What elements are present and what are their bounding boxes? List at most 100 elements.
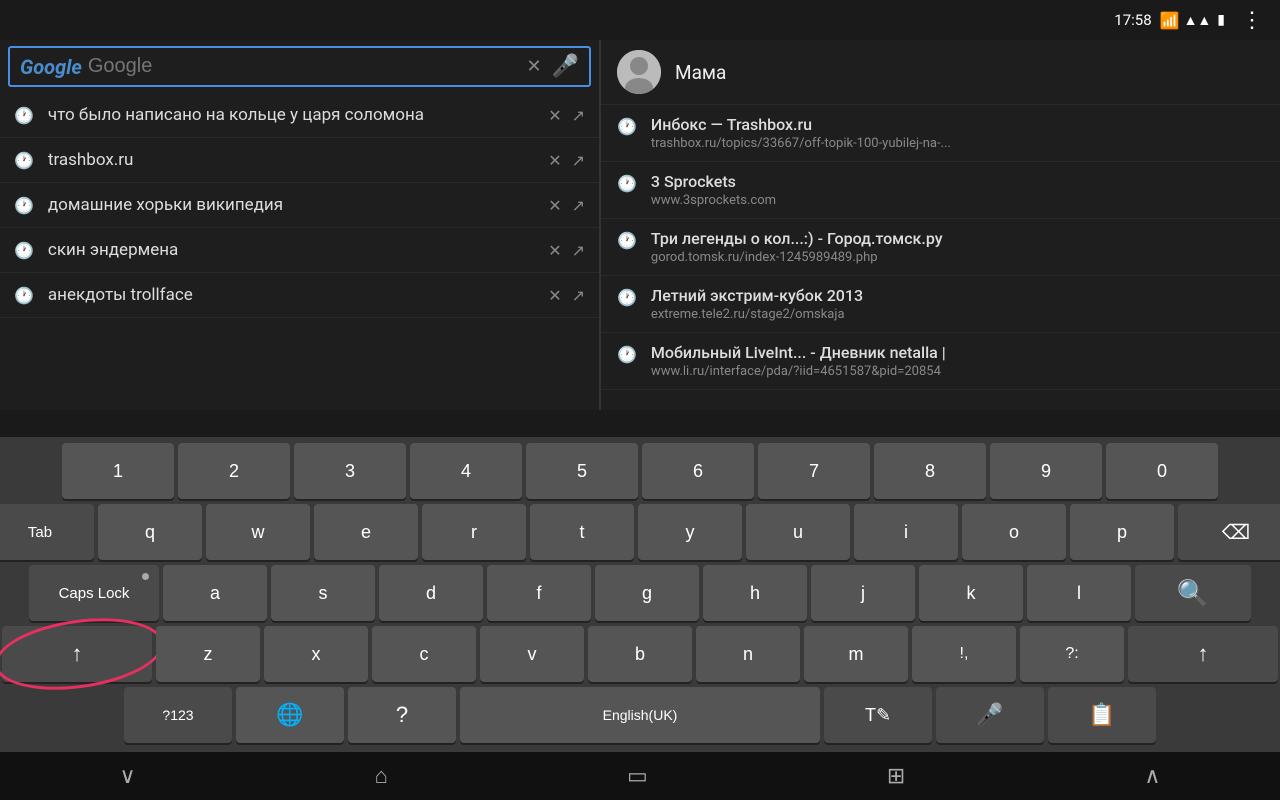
key-x[interactable]: x: [264, 626, 368, 682]
mic-search-icon[interactable]: 🎤: [552, 54, 579, 79]
arrow-icon: ↗: [572, 196, 585, 215]
key-tab[interactable]: Tab: [0, 504, 94, 560]
key-a[interactable]: a: [163, 565, 267, 621]
hist-url: trashbox.ru/topics/33667/off-topik-100-y…: [651, 136, 971, 151]
history-item-1[interactable]: 🕐 Инбокс — Trashbox.ru trashbox.ru/topic…: [601, 105, 1280, 162]
suggestion-3[interactable]: 🕐 домашние хорьки википедия ✕ ↗: [0, 183, 599, 228]
key-b[interactable]: b: [588, 626, 692, 682]
signal-icon: ▲▲: [1184, 12, 1212, 29]
key-8[interactable]: 8: [874, 443, 986, 499]
key-1[interactable]: 1: [62, 443, 174, 499]
left-panel: Google ✕ 🎤 🕐 что было написано на кольце…: [0, 40, 600, 410]
suggestion-text: скин эндермена: [48, 240, 548, 260]
key-l[interactable]: l: [1027, 565, 1131, 621]
remove-icon[interactable]: ✕: [548, 196, 561, 215]
key-backspace[interactable]: ⌫: [1178, 504, 1280, 560]
contact-row[interactable]: Мама: [601, 40, 1280, 105]
search-area: Google ✕ 🎤 🕐 что было написано на кольце…: [0, 40, 1280, 410]
key-g[interactable]: g: [595, 565, 699, 621]
key-0[interactable]: 0: [1106, 443, 1218, 499]
menu-button[interactable]: ⋮: [1241, 8, 1264, 33]
key-4[interactable]: 4: [410, 443, 522, 499]
search-input[interactable]: [88, 55, 527, 78]
history-item-4[interactable]: 🕐 Летний экстрим-кубок 2013 extreme.tele…: [601, 276, 1280, 333]
key-i[interactable]: i: [854, 504, 958, 560]
key-k[interactable]: k: [919, 565, 1023, 621]
nav-qr[interactable]: ⊞: [887, 764, 905, 789]
clock-icon: 🕐: [14, 196, 34, 215]
top-bar: 17:58 📶 ▲▲ ▮ ⋮: [0, 0, 1280, 40]
nav-home[interactable]: ⌂: [375, 763, 388, 789]
key-mic[interactable]: 🎤: [936, 687, 1044, 743]
key-shift-left[interactable]: ↑: [2, 626, 152, 682]
key-9[interactable]: 9: [990, 443, 1102, 499]
suggestion-5[interactable]: 🕐 анекдоты trollface ✕ ↗: [0, 273, 599, 318]
key-caps-lock[interactable]: Caps Lock: [29, 565, 159, 621]
key-r[interactable]: r: [422, 504, 526, 560]
key-5[interactable]: 5: [526, 443, 638, 499]
nav-bar: ∨ ⌂ ▭ ⊞ ∧: [0, 752, 1280, 800]
wifi-icon: 📶: [1160, 11, 1180, 30]
key-6[interactable]: 6: [642, 443, 754, 499]
zxcv-row: ↑ z x c v b n m !, ?: ↑: [4, 626, 1276, 682]
bottom-row: ?123 🌐 ? English(UK) T✎ 🎤 📋: [4, 687, 1276, 743]
caps-indicator: [142, 573, 149, 580]
suggestion-1[interactable]: 🕐 что было написано на кольце у царя сол…: [0, 93, 599, 138]
history-item-5[interactable]: 🕐 Мобильный LiveInt... - Дневник netalla…: [601, 333, 1280, 390]
suggestion-2[interactable]: 🕐 trashbox.ru ✕ ↗: [0, 138, 599, 183]
key-exclaim[interactable]: !,: [912, 626, 1016, 682]
key-n[interactable]: n: [696, 626, 800, 682]
key-e[interactable]: e: [314, 504, 418, 560]
key-m[interactable]: m: [804, 626, 908, 682]
key-y[interactable]: y: [638, 504, 742, 560]
key-j[interactable]: j: [811, 565, 915, 621]
key-h[interactable]: h: [703, 565, 807, 621]
key-clipboard[interactable]: 📋: [1048, 687, 1156, 743]
key-num-switch[interactable]: ?123: [124, 687, 232, 743]
key-globe[interactable]: 🌐: [236, 687, 344, 743]
key-t[interactable]: t: [530, 504, 634, 560]
nav-up[interactable]: ∧: [1144, 764, 1160, 789]
hist-clock-icon: 🕐: [617, 174, 637, 193]
clear-icon[interactable]: ✕: [527, 56, 542, 77]
nav-back[interactable]: ∨: [120, 764, 136, 789]
remove-icon[interactable]: ✕: [548, 151, 561, 170]
key-f[interactable]: f: [487, 565, 591, 621]
key-question-mark[interactable]: ?:: [1020, 626, 1124, 682]
key-text-edit[interactable]: T✎: [824, 687, 932, 743]
key-u[interactable]: u: [746, 504, 850, 560]
key-2[interactable]: 2: [178, 443, 290, 499]
key-s[interactable]: s: [271, 565, 375, 621]
contact-avatar: [617, 50, 661, 94]
key-3[interactable]: 3: [294, 443, 406, 499]
hist-clock-icon: 🕐: [617, 117, 637, 136]
battery-icon: ▮: [1217, 12, 1225, 28]
search-box[interactable]: Google ✕ 🎤: [8, 46, 591, 87]
key-q[interactable]: q: [98, 504, 202, 560]
key-v[interactable]: v: [480, 626, 584, 682]
key-d[interactable]: d: [379, 565, 483, 621]
history-item-2[interactable]: 🕐 3 Sprockets www.3sprockets.com: [601, 162, 1280, 219]
key-w[interactable]: w: [206, 504, 310, 560]
keyboard: 1 2 3 4 5 6 7 8 9 0 Tab q w e r t y u i …: [0, 437, 1280, 752]
hist-url: www.li.ru/interface/pda/?iid=4651587&pid…: [651, 364, 971, 379]
key-space[interactable]: English(UK): [460, 687, 820, 743]
key-c[interactable]: c: [372, 626, 476, 682]
history-item-3[interactable]: 🕐 Три легенды о кол...:) - Город.томск.р…: [601, 219, 1280, 276]
suggestion-4[interactable]: 🕐 скин эндермена ✕ ↗: [0, 228, 599, 273]
suggestion-text: trashbox.ru: [48, 150, 548, 170]
remove-icon[interactable]: ✕: [548, 286, 561, 305]
hist-clock-icon: 🕐: [617, 345, 637, 364]
clock-icon: 🕐: [14, 106, 34, 125]
key-p[interactable]: p: [1070, 504, 1174, 560]
key-z[interactable]: z: [156, 626, 260, 682]
remove-icon[interactable]: ✕: [548, 106, 561, 125]
remove-icon[interactable]: ✕: [548, 241, 561, 260]
nav-recents[interactable]: ▭: [627, 764, 648, 789]
key-o[interactable]: o: [962, 504, 1066, 560]
key-7[interactable]: 7: [758, 443, 870, 499]
hist-title: Летний экстрим-кубок 2013: [651, 286, 1264, 305]
key-search-enter[interactable]: 🔍: [1135, 565, 1251, 621]
key-question-sym[interactable]: ?: [348, 687, 456, 743]
key-shift-right[interactable]: ↑: [1128, 626, 1278, 682]
